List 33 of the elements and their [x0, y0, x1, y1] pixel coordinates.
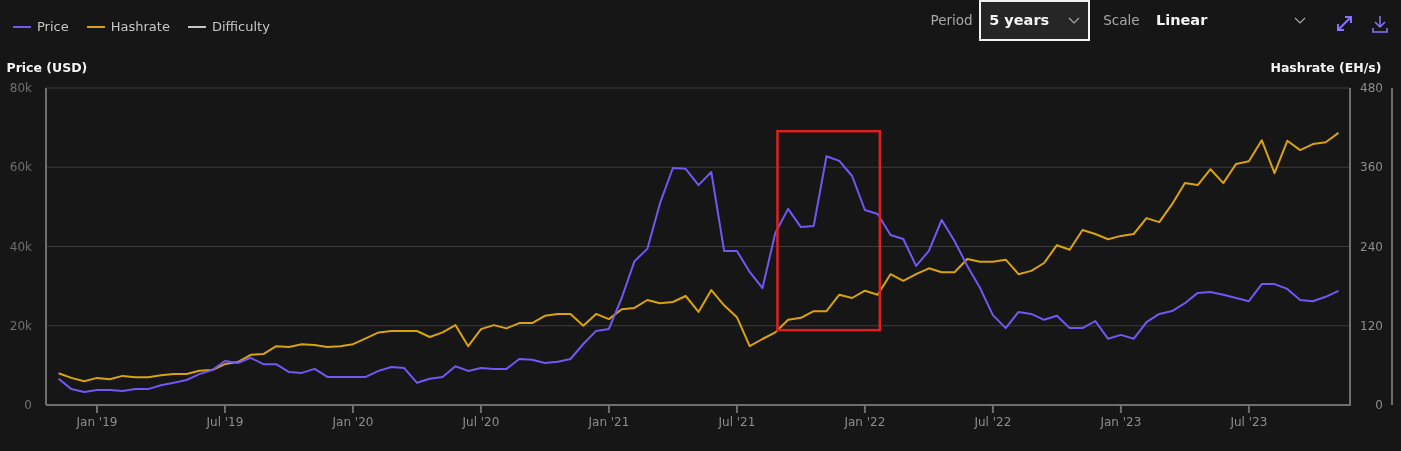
axis-tick-label: Jan '23 [1100, 414, 1142, 429]
axis-tick-label: 60k [9, 160, 32, 174]
axis-tick-label: Jul '22 [974, 414, 1012, 429]
dropdown[interactable]: Linear [1146, 0, 1316, 41]
axis-tick-label: Jan '21 [588, 414, 630, 429]
chevron-icon [1068, 16, 1081, 25]
axis-title: Price (USD) [6, 59, 88, 77]
dropdown[interactable]: 5 years [979, 0, 1091, 41]
axis-tick-label: Jan '22 [844, 414, 886, 429]
legend-item[interactable]: Difficulty [187, 16, 270, 37]
axis-tick-label: 120 [1360, 318, 1383, 333]
axis-tick-label: 240 [1360, 239, 1383, 254]
axis-tick-label: Jul '20 [462, 414, 500, 429]
field-label: Scale [1103, 11, 1140, 31]
axis-tick-label: 0 [24, 397, 32, 412]
axis-tick-label: 80k [9, 80, 32, 95]
field-label: Period [930, 11, 973, 31]
axis-tick-label: 20k [9, 318, 32, 333]
axis-tick-label: 360 [1360, 160, 1383, 174]
expand-icon[interactable] [1335, 15, 1353, 33]
axis-tick-label: Jan '20 [332, 414, 374, 429]
axis-tick-label: Jul '21 [718, 414, 756, 429]
legend-item[interactable]: Hashrate [86, 16, 170, 37]
axis-title: Hashrate (EH/s) [1270, 59, 1382, 77]
chevron-icon [1294, 16, 1306, 25]
axis-tick-label: 480 [1360, 80, 1383, 95]
axis-tick-label: Jul '23 [1230, 414, 1268, 429]
axis-tick-label: 40k [9, 239, 32, 254]
axis-tick-label: Jul '19 [206, 414, 244, 429]
axis-tick-label: Jan '19 [76, 414, 118, 429]
axis-tick-label: 0 [1375, 397, 1383, 412]
legend-item[interactable]: Price [13, 16, 69, 37]
download-icon[interactable] [1372, 14, 1388, 33]
